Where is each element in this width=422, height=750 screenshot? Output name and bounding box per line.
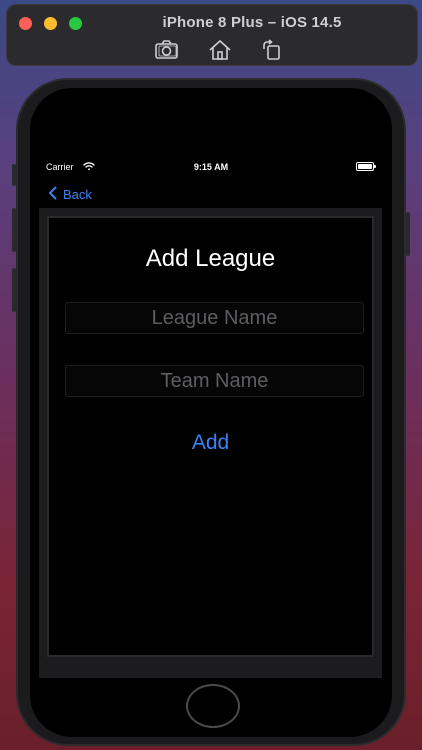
- home-button[interactable]: [186, 684, 240, 728]
- back-button[interactable]: Back: [48, 184, 92, 204]
- add-button[interactable]: Add: [49, 430, 372, 456]
- iphone-device: Carrier 9:15 AM Back Add League League N…: [12, 78, 410, 746]
- volume-up-button: [12, 208, 16, 252]
- team-name-input[interactable]: [65, 365, 364, 397]
- device-screen: Carrier 9:15 AM Back Add League League N…: [30, 88, 392, 737]
- close-window-button[interactable]: [19, 17, 32, 30]
- status-time: 9:15 AM: [193, 162, 229, 172]
- screenshot-icon[interactable]: [154, 39, 180, 61]
- zoom-window-button[interactable]: [69, 17, 82, 30]
- volume-down-button: [12, 268, 16, 312]
- home-icon[interactable]: [207, 39, 233, 61]
- mute-switch: [12, 164, 16, 186]
- status-bar: Carrier 9:15 AM: [30, 162, 392, 178]
- simulator-titlebar: iPhone 8 Plus – iOS 14.5: [6, 4, 418, 66]
- simulator-title: iPhone 8 Plus – iOS 14.5: [162, 14, 342, 31]
- back-label: Back: [63, 186, 92, 202]
- add-league-container: Add League Add: [39, 208, 382, 678]
- add-league-form: Add League Add: [47, 216, 374, 657]
- power-button: [406, 212, 410, 256]
- page-title: Add League: [145, 245, 276, 272]
- battery-icon: [356, 162, 376, 171]
- rotate-icon[interactable]: [259, 39, 285, 61]
- minimize-window-button[interactable]: [44, 17, 57, 30]
- league-name-input[interactable]: [65, 302, 364, 334]
- chevron-left-icon: [48, 186, 63, 203]
